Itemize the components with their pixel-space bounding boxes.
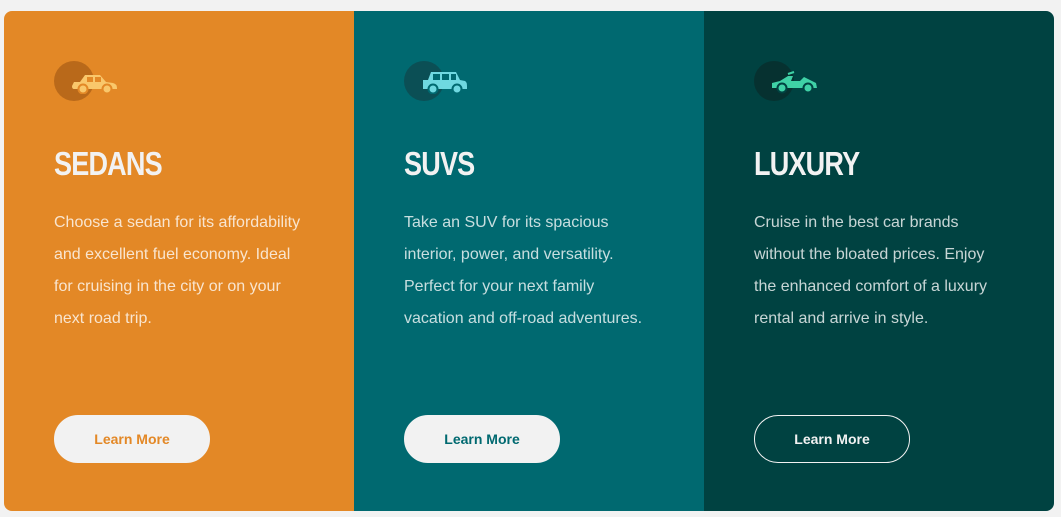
card-title: SUVs	[404, 145, 475, 182]
sedan-car-icon	[54, 61, 118, 101]
suv-car-icon	[404, 61, 468, 101]
card-description: Choose a sedan for its affordability and…	[54, 214, 301, 327]
card-suvs: SUVs Take an SUV for its spacious interi…	[354, 11, 704, 511]
card-description: Cruise in the best car brands without th…	[754, 214, 988, 327]
card-title: Luxury	[754, 145, 860, 182]
card-title: Sedans	[54, 145, 163, 182]
learn-more-button[interactable]: Learn More	[404, 415, 560, 463]
cards-container: Sedans Choose a sedan for its affordabil…	[4, 11, 1054, 511]
learn-more-button[interactable]: Learn More	[54, 415, 210, 463]
luxury-car-icon	[754, 61, 818, 101]
card-description: Take an SUV for its spacious interior, p…	[404, 214, 643, 327]
card-luxury: Luxury Cruise in the best car brands wit…	[704, 11, 1054, 511]
learn-more-button[interactable]: Learn More	[754, 415, 910, 463]
card-sedans: Sedans Choose a sedan for its affordabil…	[4, 11, 354, 511]
